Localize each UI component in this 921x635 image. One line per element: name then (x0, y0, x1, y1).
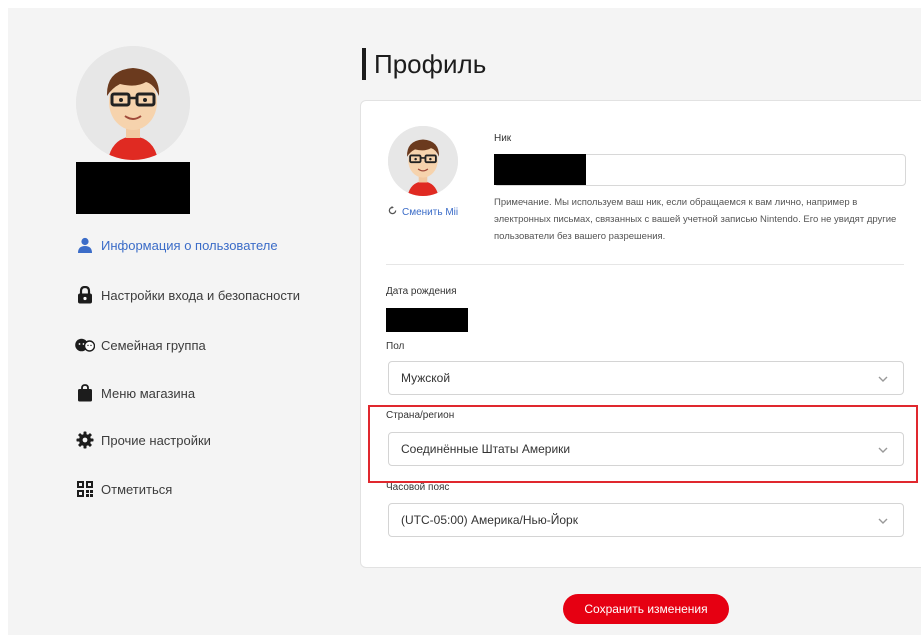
gear-icon (75, 431, 95, 449)
family-icon (75, 336, 95, 354)
nickname-note: Примечание. Мы используем ваш ник, если … (494, 197, 897, 242)
redacted-birthdate (386, 308, 468, 332)
timezone-value: (UTC-05:00) Америка/Нью-Йорк (401, 513, 578, 527)
timezone-select[interactable]: (UTC-05:00) Америка/Нью-Йорк (388, 503, 904, 537)
sidebar-item-label: Прочие настройки (101, 432, 211, 448)
sidebar-item-shop[interactable]: Меню магазина (75, 384, 195, 402)
mii-avatar (388, 126, 458, 196)
sidebar-item-label: Семейная группа (101, 337, 206, 353)
gender-value: Мужской (401, 371, 451, 385)
change-mii-label: Сменить Mii (402, 207, 459, 218)
page-title: Профиль (374, 49, 487, 79)
sidebar-item-family[interactable]: Семейная группа (75, 336, 206, 354)
chevron-down-icon (878, 376, 888, 382)
save-changes-button[interactable]: Сохранить изменения (563, 594, 729, 624)
sidebar-item-security[interactable]: Настройки входа и безопасности (75, 286, 300, 304)
sidebar-item-other-settings[interactable]: Прочие настройки (75, 431, 211, 449)
lock-icon (75, 286, 95, 304)
gender-select[interactable]: Мужской (388, 361, 904, 395)
sidebar-item-check-in[interactable]: Отметиться (75, 480, 172, 498)
birthdate-label: Дата рождения (386, 286, 457, 297)
section-divider (386, 264, 904, 265)
sidebar-item-label: Настройки входа и безопасности (101, 287, 301, 303)
timezone-label: Часовой пояс (386, 482, 450, 493)
title-accent-bar (362, 48, 366, 80)
gender-label: Пол (386, 341, 405, 352)
sidebar-item-label: Информация о пользователе (101, 237, 278, 253)
sidebar-item-label: Отметиться (101, 481, 173, 497)
user-icon (75, 236, 95, 254)
sidebar-item-user-info[interactable]: Информация о пользователе (75, 236, 278, 254)
change-mii-link[interactable]: Сменить Mii (388, 206, 468, 219)
user-avatar (76, 46, 190, 160)
chevron-down-icon (878, 518, 888, 524)
redacted-nickname (494, 154, 586, 185)
redacted-username (76, 162, 190, 214)
shopping-bag-icon (75, 384, 95, 402)
nickname-label: Ник (494, 133, 512, 144)
sidebar-item-label: Меню магазина (101, 385, 196, 401)
country-highlight-frame (368, 405, 918, 483)
qr-code-icon (75, 480, 95, 498)
refresh-icon (388, 206, 397, 219)
